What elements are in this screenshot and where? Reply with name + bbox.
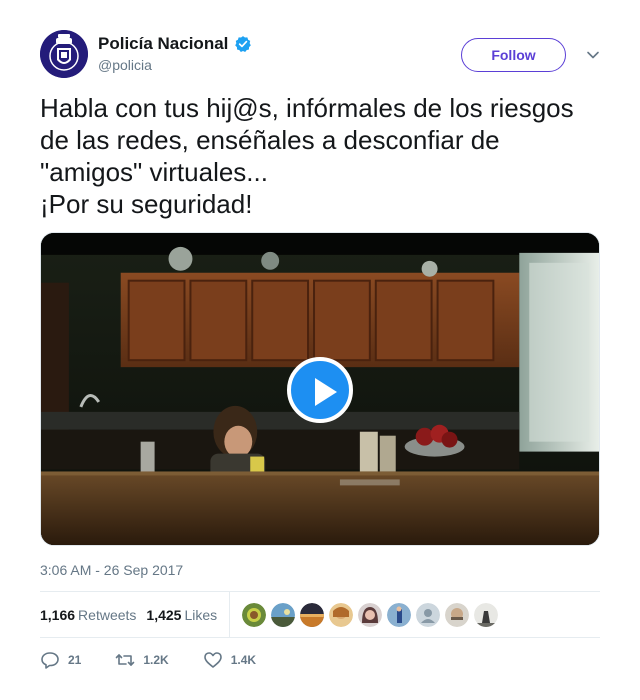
avatar[interactable]	[40, 30, 88, 78]
liker-avatar[interactable]	[358, 602, 383, 627]
tweet-card: Policía Nacional @policia Follow Habla c…	[40, 30, 600, 669]
tweet-header: Policía Nacional @policia Follow	[40, 30, 600, 80]
retweets-count: 1,166	[40, 606, 76, 623]
likes-stat[interactable]: 1,425 Likes	[146, 607, 217, 623]
play-icon	[315, 378, 337, 406]
likes-count: 1,425	[146, 606, 182, 623]
retweet-action[interactable]: 1.2K	[115, 650, 169, 670]
screen-name[interactable]: @policia	[98, 57, 252, 73]
liker-avatar[interactable]	[474, 602, 499, 627]
default-avatar-icon[interactable]	[416, 602, 441, 627]
verified-badge-icon	[235, 36, 252, 53]
liker-avatar[interactable]	[387, 602, 412, 627]
liker-avatar[interactable]	[242, 602, 267, 627]
tweet-stats: 1,166 Retweets 1,425 Likes	[40, 591, 600, 638]
like-count: 1.4K	[230, 653, 257, 667]
police-crest-icon	[40, 30, 88, 78]
like-action[interactable]: 1.4K	[203, 650, 256, 670]
tweet-actions: 21 1.2K 1.4K	[40, 650, 290, 670]
liker-avatar[interactable]	[445, 602, 470, 627]
reply-count: 21	[68, 653, 82, 667]
follow-button[interactable]: Follow	[461, 38, 566, 72]
reply-action[interactable]: 21	[40, 650, 81, 670]
display-name[interactable]: Policía Nacional	[98, 33, 252, 55]
stats-divider	[229, 591, 231, 638]
retweet-count: 1.2K	[143, 653, 169, 667]
chevron-down-icon[interactable]	[586, 48, 600, 62]
liker-avatar[interactable]	[300, 602, 325, 627]
liker-avatar[interactable]	[329, 602, 354, 627]
likes-label: Likes	[184, 606, 218, 623]
retweet-icon	[116, 654, 135, 666]
heart-icon	[203, 652, 222, 668]
reply-icon	[41, 652, 59, 669]
liker-avatar[interactable]	[271, 602, 296, 627]
display-name-text[interactable]: Policía Nacional	[98, 33, 228, 55]
retweets-label: Retweets	[78, 606, 137, 623]
tweet-text: Habla con tus hij@s, infórmales de los r…	[40, 93, 574, 219]
liker-avatars	[242, 602, 499, 627]
retweets-stat[interactable]: 1,166 Retweets	[40, 607, 136, 623]
play-button[interactable]	[287, 357, 353, 423]
account-names: Policía Nacional @policia	[98, 33, 252, 73]
video-player[interactable]	[40, 232, 600, 546]
tweet-timestamp[interactable]: 3:06 AM - 26 Sep 2017	[40, 562, 183, 578]
